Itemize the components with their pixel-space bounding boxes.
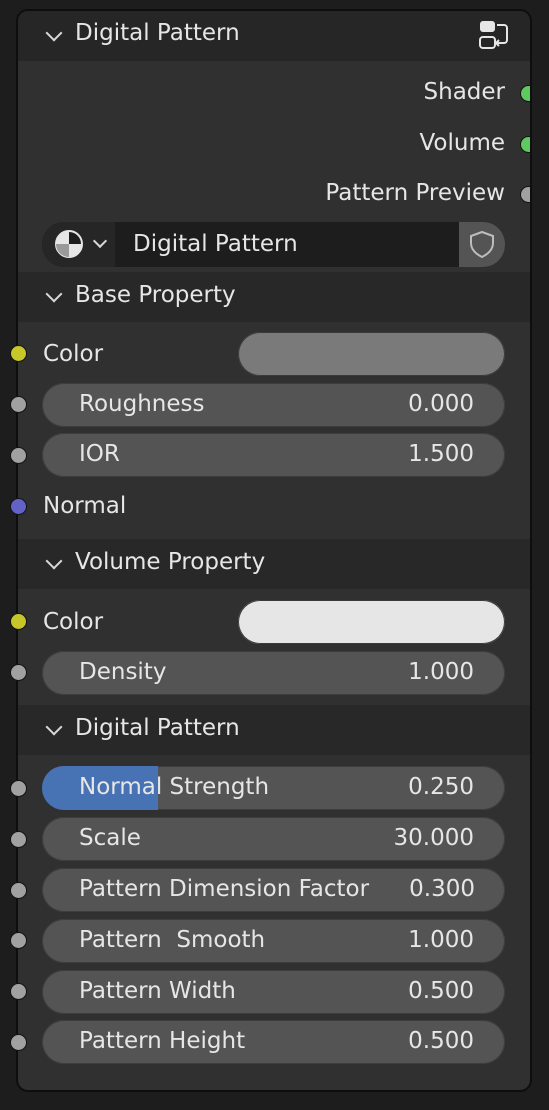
input-socket-normal-strength[interactable] xyxy=(10,780,27,797)
chevron-down-icon xyxy=(45,285,63,303)
base-color-swatch[interactable] xyxy=(238,332,505,376)
normal-label: Normal xyxy=(43,493,127,519)
pattern-width-value: 0.500 xyxy=(408,978,474,1004)
node-tree-selector[interactable]: Digital Pattern xyxy=(42,222,505,267)
output-label-volume: Volume xyxy=(419,130,505,156)
pattern-smooth-field[interactable]: Pattern Smooth 1.000 xyxy=(42,919,505,963)
pattern-dimension-factor-value: 0.300 xyxy=(409,876,475,902)
node-tree-icon xyxy=(53,228,85,260)
node-tree-name-field[interactable]: Digital Pattern xyxy=(133,231,298,257)
density-field[interactable]: Density 1.000 xyxy=(42,651,505,695)
node-group-icon[interactable] xyxy=(477,19,511,53)
scale-field[interactable]: Scale 30.000 xyxy=(42,817,505,861)
collapse-chevron-icon[interactable] xyxy=(45,24,63,42)
pattern-height-field[interactable]: Pattern Height 0.500 xyxy=(42,1020,505,1064)
panel-title-volume-property: Volume Property xyxy=(75,549,266,575)
input-socket-pattern-width[interactable] xyxy=(10,983,27,1000)
node-header[interactable]: Digital Pattern xyxy=(18,11,530,61)
input-socket-roughness[interactable] xyxy=(10,396,27,413)
fake-user-button[interactable] xyxy=(459,222,505,267)
ior-label: IOR xyxy=(79,441,120,467)
normal-strength-value: 0.250 xyxy=(408,774,474,800)
chevron-down-icon xyxy=(45,552,63,570)
roughness-label: Roughness xyxy=(79,391,205,417)
panel-header-digital-pattern[interactable]: Digital Pattern xyxy=(18,705,530,755)
density-label: Density xyxy=(79,659,167,685)
input-socket-normal[interactable] xyxy=(10,498,27,515)
chevron-down-icon xyxy=(45,718,63,736)
shield-icon xyxy=(467,229,497,263)
input-socket-volume-color[interactable] xyxy=(10,613,27,630)
volume-color-label: Color xyxy=(43,609,104,635)
panel-title-digital-pattern: Digital Pattern xyxy=(75,715,240,741)
input-socket-pattern-height[interactable] xyxy=(10,1034,27,1051)
panel-header-base-property[interactable]: Base Property xyxy=(18,272,530,322)
output-socket-shader[interactable] xyxy=(520,85,530,102)
pattern-smooth-label: Pattern Smooth xyxy=(79,927,266,953)
pattern-height-label: Pattern Height xyxy=(79,1028,246,1054)
chevron-down-icon xyxy=(92,233,108,249)
pattern-smooth-value: 1.000 xyxy=(408,927,474,953)
input-socket-pattern-smooth[interactable] xyxy=(10,932,27,949)
panel-title-base-property: Base Property xyxy=(75,282,236,308)
ior-value: 1.500 xyxy=(408,441,474,467)
output-socket-pattern-preview[interactable] xyxy=(520,186,530,203)
roughness-value: 0.000 xyxy=(408,391,474,417)
node-frame: Digital Pattern Shader Volume Pattern Pr… xyxy=(18,11,530,1090)
roughness-slider[interactable]: Roughness 0.000 xyxy=(42,383,505,427)
pattern-height-value: 0.500 xyxy=(408,1028,474,1054)
scale-value: 30.000 xyxy=(393,825,474,851)
input-socket-scale[interactable] xyxy=(10,831,27,848)
volume-color-swatch[interactable] xyxy=(238,600,505,644)
input-socket-density[interactable] xyxy=(10,664,27,681)
pattern-width-field[interactable]: Pattern Width 0.500 xyxy=(42,970,505,1014)
output-label-pattern-preview: Pattern Preview xyxy=(325,180,505,206)
base-color-label: Color xyxy=(43,341,104,367)
pattern-dimension-factor-label: Pattern Dimension Factor xyxy=(79,876,370,902)
input-socket-pattern-dimension-factor[interactable] xyxy=(10,882,27,899)
output-label-shader: Shader xyxy=(423,79,505,105)
scale-label: Scale xyxy=(79,825,141,851)
browse-node-tree-button[interactable] xyxy=(42,222,115,267)
pattern-width-label: Pattern Width xyxy=(79,978,236,1004)
normal-strength-label: Normal Strength xyxy=(79,774,270,800)
ior-field[interactable]: IOR 1.500 xyxy=(42,433,505,477)
normal-strength-slider[interactable]: Normal Strength 0.250 xyxy=(42,766,505,810)
pattern-dimension-factor-field[interactable]: Pattern Dimension Factor 0.300 xyxy=(42,868,505,912)
output-socket-volume[interactable] xyxy=(520,136,530,153)
node-title: Digital Pattern xyxy=(75,20,240,46)
density-value: 1.000 xyxy=(408,659,474,685)
input-socket-base-color[interactable] xyxy=(10,345,27,362)
panel-header-volume-property[interactable]: Volume Property xyxy=(18,539,530,589)
input-socket-ior[interactable] xyxy=(10,447,27,464)
